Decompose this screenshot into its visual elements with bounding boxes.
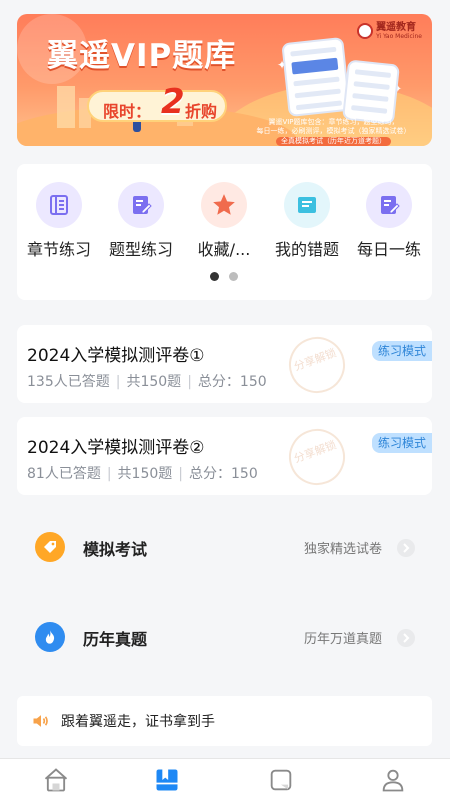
brand-logo-icon	[357, 23, 374, 39]
brand-badge: 翼遥教育 Yi Yao Medicine	[357, 22, 422, 40]
pager-dot[interactable]	[229, 272, 238, 281]
entry-subtitle: 独家精选试卷	[303, 542, 382, 557]
share-unlock-stamp: 分享解锁	[281, 329, 353, 401]
star-icon	[201, 182, 247, 228]
tab-messages[interactable]	[266, 767, 296, 797]
promo-prefix: 限时：	[103, 102, 152, 121]
banner-desc-line: 全真模拟考试（历年近万道考题）	[276, 137, 391, 146]
exam-title: 2024入学模拟测评卷①	[27, 346, 205, 366]
speaker-icon	[31, 711, 51, 735]
tab-question-bank[interactable]	[152, 767, 182, 797]
exam-total-score: 总分：150	[197, 374, 267, 390]
grid-item-daily-practice[interactable]: 每日一练	[349, 182, 429, 260]
banner-desc-line: 每日一练，必刷测评，模拟考试（独家精选试卷）	[256, 127, 411, 135]
pager-dots	[210, 272, 238, 281]
grid-item-chapter-practice[interactable]: 章节练习	[19, 182, 99, 260]
bottom-tab-bar	[0, 758, 450, 800]
wrong-questions-icon	[284, 182, 330, 228]
vip-banner[interactable]: ✦ ✦ 翼遥VIP题库 限时： 2 折购 翼遥教育 Yi Yao Medicin…	[17, 14, 432, 146]
exam-meta: 81人已答题 | 共150题 | 总分：150	[27, 466, 258, 482]
message-icon	[267, 766, 295, 798]
grid-item-label: 收藏/...	[197, 240, 251, 259]
chapter-icon	[36, 182, 82, 228]
exam-card[interactable]: 2024入学模拟测评卷① 135人已答题 | 共150题 | 总分：150 分享解锁 练…	[17, 325, 432, 403]
practice-mode-tag: 练习模式	[371, 341, 432, 361]
profile-icon	[379, 766, 407, 798]
grid-item-wrong-questions[interactable]: 我的错题	[267, 182, 347, 260]
grid-item-question-type[interactable]: 题型练习	[101, 182, 181, 260]
home-icon	[42, 766, 70, 798]
brand-name: 翼遥教育	[376, 21, 417, 33]
entry-subtitle: 历年万道真题	[303, 632, 382, 647]
promo-suffix: 折购	[185, 102, 218, 121]
share-unlock-stamp: 分享解锁	[281, 421, 353, 493]
grid-item-favorites[interactable]: 收藏/...	[184, 182, 264, 260]
banner-building	[57, 86, 75, 128]
phone-mockup	[342, 59, 400, 125]
notice-bar[interactable]: 跟着翼遥走，证书拿到手	[17, 696, 432, 746]
phone-mockup	[281, 36, 351, 118]
feature-grid: 章节练习 题型练习 收藏/... 我的错题 每日一练	[17, 164, 432, 300]
daily-practice-icon	[366, 182, 412, 228]
question-type-icon	[118, 182, 164, 228]
grid-item-label: 题型练习	[108, 240, 173, 259]
tab-profile[interactable]	[378, 767, 408, 797]
tab-home[interactable]	[41, 767, 71, 797]
mock-exam-entry[interactable]: 模拟考试 独家精选试卷	[17, 518, 432, 578]
chevron-right-icon	[397, 629, 415, 647]
exam-title: 2024入学模拟测评卷②	[27, 438, 205, 458]
grid-item-label: 每日一练	[356, 240, 421, 259]
grid-item-label: 章节练习	[26, 240, 91, 259]
exam-answered-count: 81人已答题	[27, 466, 101, 482]
exam-total-score: 总分：150	[189, 466, 258, 482]
promo-pill: 限时： 2 折购	[87, 82, 227, 122]
tag-icon	[35, 532, 65, 562]
exam-question-count: 共150题	[117, 466, 173, 482]
entry-title: 历年真题	[83, 630, 148, 649]
past-exams-entry[interactable]: 历年真题 历年万道真题	[17, 608, 432, 668]
exam-meta: 135人已答题 | 共150题 | 总分：150	[27, 374, 267, 390]
brand-english-name: Yi Yao Medicine	[376, 32, 422, 40]
entry-title: 模拟考试	[83, 540, 148, 559]
exam-answered-count: 135人已答题	[27, 374, 110, 390]
notice-text: 跟着翼遥走，证书拿到手	[61, 714, 215, 730]
grid-item-label: 我的错题	[274, 240, 339, 259]
banner-description: 翼遥VIP题库包含：章节练习，题型练习， 每日一练，必刷测评，模拟考试（独家精选…	[241, 118, 426, 146]
exam-question-count: 共150题	[126, 374, 182, 390]
exam-card[interactable]: 2024入学模拟测评卷② 81人已答题 | 共150题 | 总分：150 分享解锁 练习…	[17, 417, 432, 495]
promo-discount-number: 2	[161, 82, 185, 122]
flame-icon	[35, 622, 65, 652]
question-bank-icon	[153, 766, 181, 798]
banner-desc-line: 翼遥VIP题库包含：章节练习，题型练习，	[268, 118, 399, 126]
chevron-right-icon	[397, 539, 415, 557]
banner-title: 翼遥VIP题库	[47, 38, 237, 74]
pager-dot-active[interactable]	[210, 272, 219, 281]
practice-mode-tag: 练习模式	[371, 433, 432, 453]
